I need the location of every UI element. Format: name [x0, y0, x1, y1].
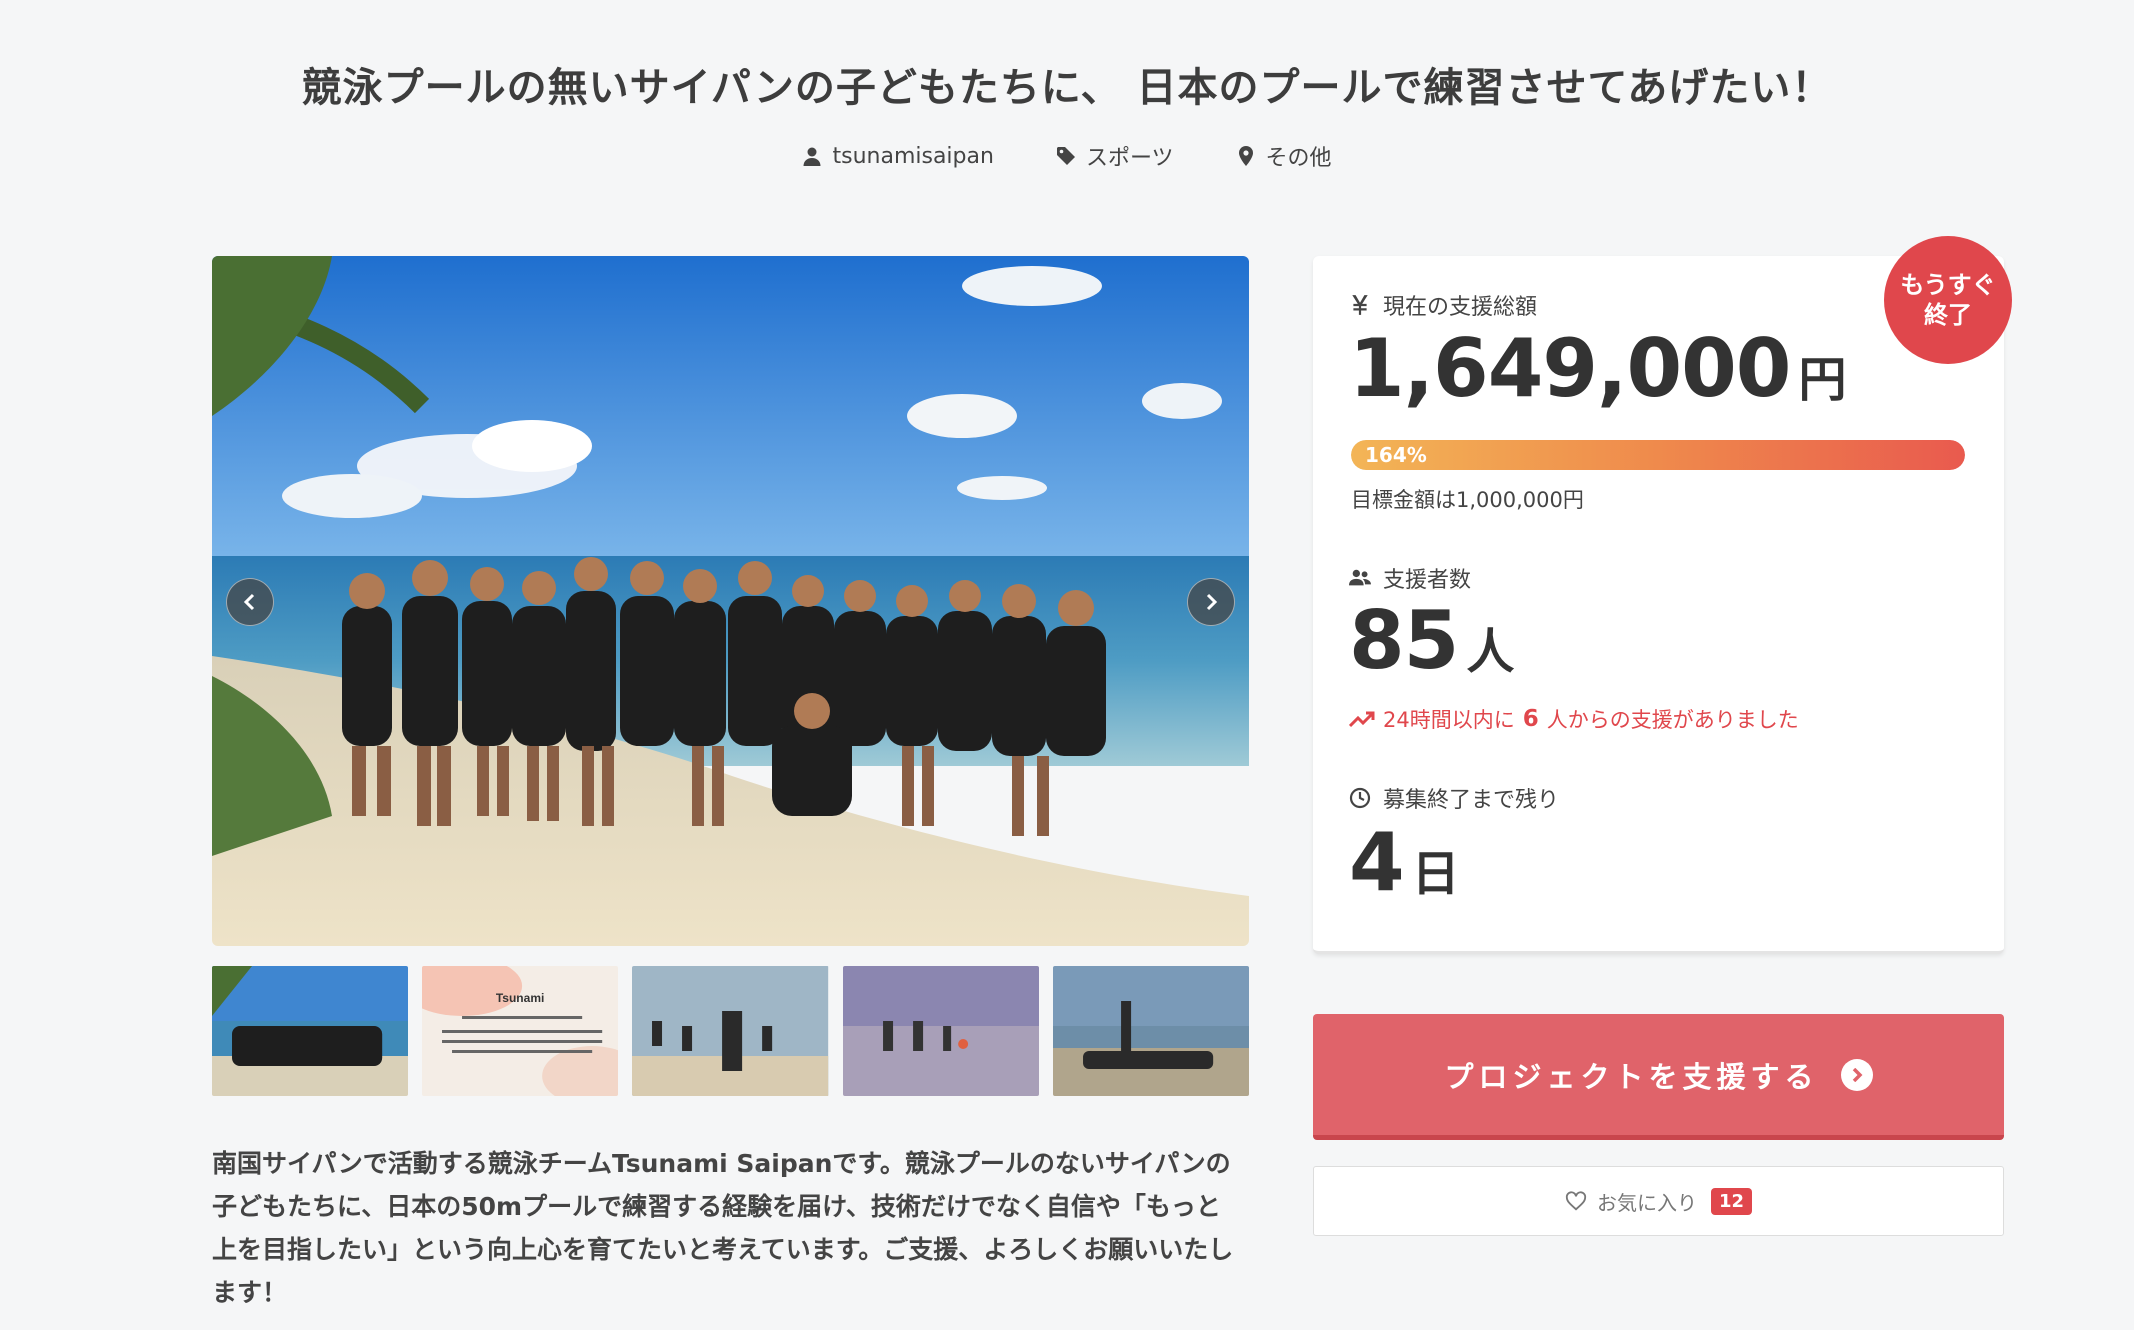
- total-amount: 1,649,000 円: [1349, 322, 1847, 415]
- chevron-right-icon: [1206, 593, 1218, 611]
- tag-icon: [1056, 147, 1075, 165]
- trending-up-icon: [1349, 711, 1375, 728]
- thumbnail-image: Tsunami: [422, 966, 619, 1096]
- owner-name: tsunamisaipan: [832, 143, 994, 169]
- thumbnail-image: [1052, 966, 1250, 1096]
- thumbnail-strip: Tsunami: [212, 966, 1250, 1096]
- chevron-left-icon: [243, 593, 255, 611]
- ending-soon-badge: もうすぐ終了: [1884, 236, 2012, 364]
- arrow-right-circle-icon: [1840, 1058, 1873, 1091]
- location-name: その他: [1265, 146, 1332, 171]
- category-name: スポーツ: [1085, 146, 1174, 171]
- thumbnail-logo-text: Tsunami: [496, 991, 544, 1005]
- project-description: 南国サイパンで活動する競泳チームTsunami Saipanです。競泳プールのな…: [212, 1149, 1234, 1307]
- favorite-count: 12: [1710, 1187, 1753, 1215]
- thumbnail-2[interactable]: Tsunami: [422, 966, 619, 1096]
- support-project-button[interactable]: プロジェクトを支援する: [1313, 1014, 2004, 1140]
- map-pin-icon: [1238, 146, 1253, 166]
- thumbnail-1[interactable]: [212, 966, 409, 1096]
- progress-bar: 164%: [1351, 440, 1965, 470]
- location-link[interactable]: その他: [1236, 140, 1332, 172]
- clock-icon: [1349, 787, 1371, 809]
- favorite-label: お気に入り: [1596, 1190, 1697, 1215]
- owner-link[interactable]: tsunamisaipan: [802, 140, 994, 172]
- funding-card: 現在の支援総額 1,649,000 円 164% 目標金額は1,000,000円…: [1313, 256, 2004, 954]
- category-link[interactable]: スポーツ: [1056, 140, 1174, 172]
- main-gallery: [212, 256, 1249, 946]
- users-icon: [1349, 569, 1371, 586]
- gallery-next-button[interactable]: [1187, 578, 1235, 626]
- goal-amount: 目標金額は1,000,000円: [1351, 488, 1584, 512]
- heart-icon: [1565, 1191, 1587, 1211]
- progress-fill: [1351, 440, 1965, 470]
- thumbnail-image: [212, 966, 409, 1096]
- recent-support-notice: 24時間以内に 6 人からの支援がありました: [1349, 704, 1799, 734]
- main-photo: [212, 256, 1249, 946]
- project-title: 競泳プールの無いサイパンの子どもたちに、 日本のプールで練習させてあげたい！: [301, 65, 1833, 111]
- thumbnail-5[interactable]: [1052, 966, 1250, 1096]
- thumbnail-3[interactable]: [632, 966, 829, 1096]
- thumbnail-image: [842, 966, 1039, 1096]
- amount-label: 現在の支援総額: [1349, 289, 1537, 321]
- remaining-label: 募集終了まで残り: [1349, 782, 1559, 814]
- supporters-count: 85 人: [1349, 594, 1515, 687]
- project-meta: tsunamisaipan スポーツ その他: [0, 140, 2134, 172]
- yen-icon: [1352, 295, 1368, 315]
- remaining-days: 4 日: [1349, 816, 1460, 909]
- thumbnail-image: [632, 966, 829, 1096]
- favorite-button[interactable]: お気に入り 12: [1313, 1166, 2004, 1236]
- user-icon: [803, 147, 821, 166]
- thumbnail-4[interactable]: [842, 966, 1039, 1096]
- progress-percent: 164%: [1365, 443, 1427, 467]
- gallery-prev-button[interactable]: [226, 578, 274, 626]
- supporters-label: 支援者数: [1349, 562, 1471, 594]
